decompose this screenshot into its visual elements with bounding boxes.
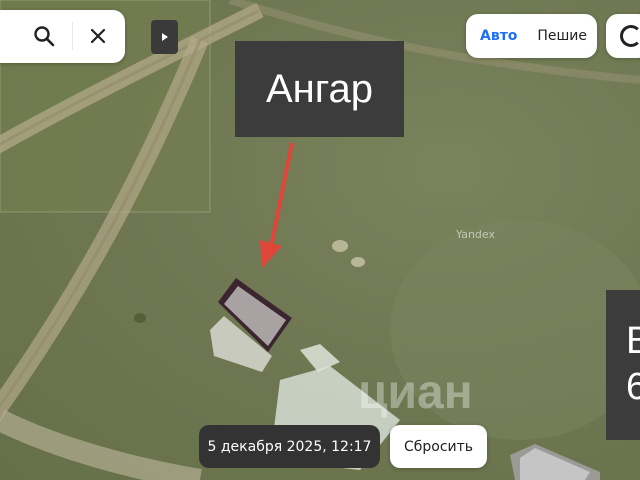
watermark: циан [358, 366, 473, 419]
annotation-text: Ангар [266, 66, 373, 111]
search-icon[interactable] [32, 24, 56, 48]
route-mode-switch[interactable]: Авто Пешие [466, 14, 597, 58]
side-label-line1: В [626, 320, 640, 362]
side-label-line2: 6 [626, 366, 640, 408]
panel-toggle-button[interactable] [151, 20, 178, 54]
provider-mark: Yandex [456, 228, 495, 241]
history-date-chip[interactable]: 5 декабря 2025, 12:17 [199, 425, 380, 468]
annotation-label: Ангар [235, 41, 404, 137]
loading-button[interactable] [606, 14, 640, 58]
search-bar[interactable] [0, 10, 125, 63]
side-annotation-label: В 6 [606, 290, 640, 440]
play-triangle-icon [161, 33, 168, 41]
annotation-arrow [268, 142, 294, 253]
reset-button[interactable]: Сбросить [390, 425, 487, 468]
spinner-icon [620, 25, 640, 47]
close-icon[interactable] [86, 24, 110, 48]
search-divider [72, 22, 73, 50]
mode-auto-button[interactable]: Авто [480, 28, 517, 44]
mode-walk-button[interactable]: Пешие [537, 28, 587, 44]
